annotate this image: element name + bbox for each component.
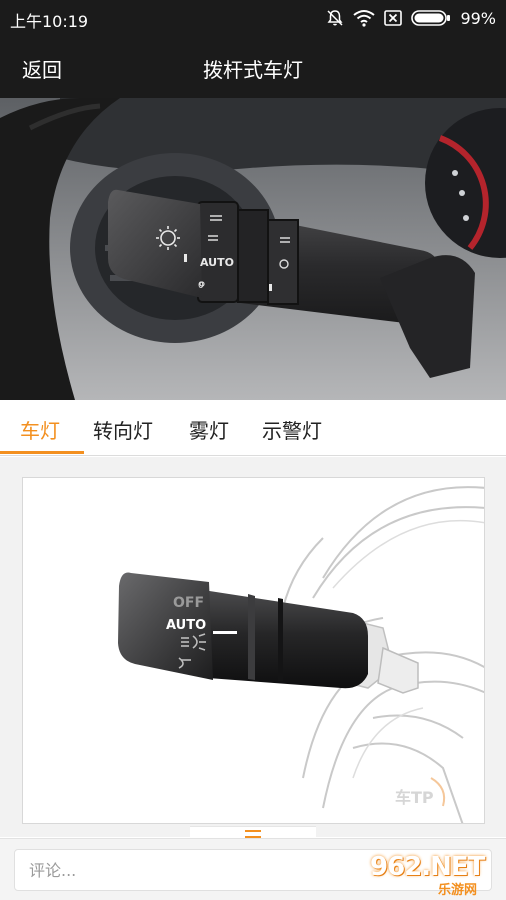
headlight-stalk-photo: AUTO 0 bbox=[0, 98, 506, 400]
tab-hazard-lights[interactable]: 示警灯 bbox=[262, 415, 322, 444]
diagram-card: OFF AUTO 车TP bbox=[22, 477, 485, 824]
tab-active-indicator bbox=[0, 451, 84, 454]
sim-x-icon bbox=[384, 10, 403, 26]
diagram-logo: 车TP bbox=[395, 788, 434, 807]
tab-headlights[interactable]: 车灯 bbox=[20, 415, 60, 444]
light-switch-diagram: OFF AUTO 车TP bbox=[23, 478, 484, 823]
tab-fog-lights[interactable]: 雾灯 bbox=[189, 415, 229, 444]
watermark-subtitle: 乐游网 bbox=[438, 883, 478, 898]
wifi-icon bbox=[353, 9, 376, 27]
hero-auto-label: AUTO bbox=[200, 256, 234, 269]
watermark-logo: 962.NET bbox=[370, 852, 485, 882]
diagram-auto-label: AUTO bbox=[166, 618, 206, 633]
page-title: 拨杆式车灯 bbox=[203, 58, 303, 82]
tab-turn-signals[interactable]: 转向灯 bbox=[93, 415, 153, 444]
battery-icon bbox=[411, 10, 451, 26]
battery-percent: 99% bbox=[460, 8, 496, 28]
drawer-handle[interactable] bbox=[190, 826, 316, 838]
hero-off-label: 0 bbox=[198, 281, 204, 291]
diagram-off-label: OFF bbox=[173, 595, 204, 611]
site-watermark: 962.NET 乐游网 bbox=[366, 852, 500, 898]
nav-bar: 返回 拨杆式车灯 bbox=[0, 35, 506, 98]
menu-lines-icon bbox=[245, 830, 261, 838]
status-time: 上午10:19 bbox=[10, 12, 89, 31]
status-bar: 上午10:19 99% bbox=[0, 0, 506, 35]
status-icons: 99% bbox=[326, 7, 496, 29]
content-area: OFF AUTO 车TP bbox=[0, 457, 506, 837]
tab-bar: 车灯 转向灯 雾灯 示警灯 bbox=[0, 400, 506, 456]
mute-bell-icon bbox=[326, 9, 344, 27]
hero-photo: AUTO 0 bbox=[0, 98, 506, 400]
